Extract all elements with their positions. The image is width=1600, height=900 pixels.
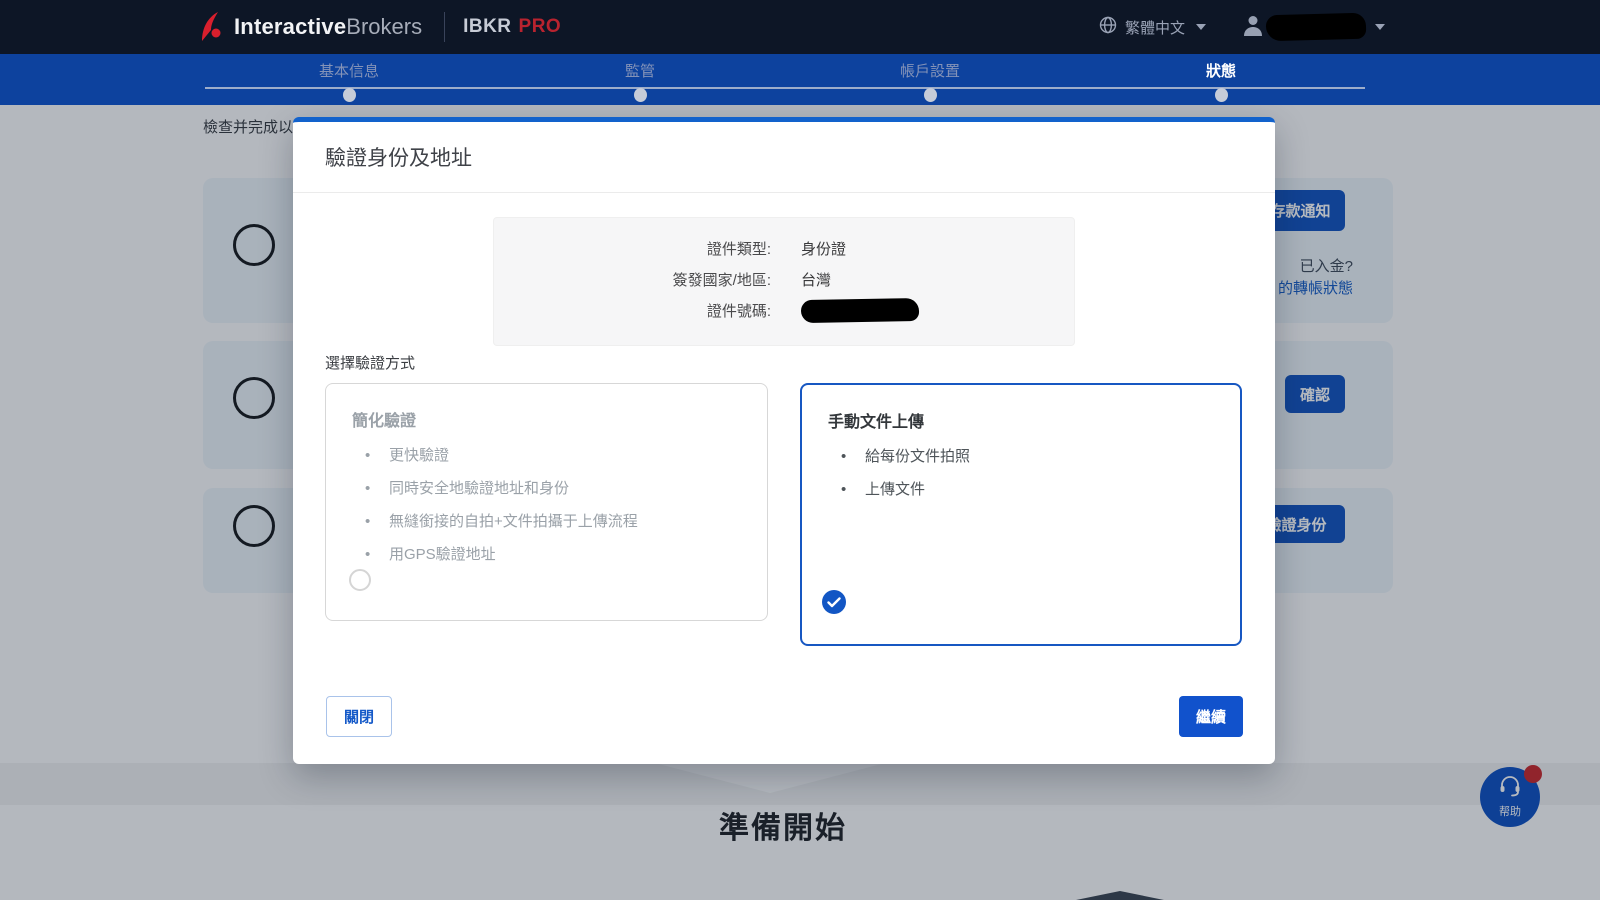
globe-icon — [1099, 16, 1117, 38]
verify-identity-modal: 驗證身份及地址 證件類型: 身份證 簽發國家/地區: 台灣 證件號碼: 選擇驗證… — [293, 117, 1275, 764]
user-icon — [1240, 12, 1266, 43]
page-content: 檢查并完成以 存款通知 已入金? 的轉帳狀態 確認 驗證身份 準備開始 帮助 — [0, 105, 1600, 900]
product-badge: IBKR PRO — [463, 16, 561, 38]
progress-dot — [343, 88, 356, 102]
brand-logo[interactable]: InteractiveBrokers — [200, 12, 422, 42]
document-info-row: 證件類型: 身份證 — [494, 233, 1074, 264]
option-bullet: 更快驗證 — [326, 445, 767, 478]
option-bullet: 用GPS驗證地址 — [326, 544, 767, 577]
option-bullet: 同時安全地驗證地址和身份 — [326, 478, 767, 511]
brand-name-secondary: Brokers — [346, 14, 422, 40]
option-simplified-verification[interactable]: 簡化驗證 更快驗證 同時安全地驗證地址和身份 無縫銜接的自拍+文件拍攝于上傳流程… — [325, 383, 768, 621]
progress-step-status[interactable]: 狀態 — [1151, 60, 1291, 102]
document-info-box: 證件類型: 身份證 簽發國家/地區: 台灣 證件號碼: — [493, 217, 1075, 346]
onboarding-progress-bar: 基本信息 監管 帳戶設置 狀態 — [0, 54, 1600, 105]
ibkr-logo-icon — [200, 12, 226, 42]
modal-title: 驗證身份及地址 — [325, 142, 472, 172]
product-tier: PRO — [519, 16, 562, 38]
redacted-id-number — [801, 298, 919, 323]
option-bullet: 無縫銜接的自拍+文件拍攝于上傳流程 — [326, 511, 767, 544]
redacted-username — [1266, 13, 1367, 42]
option-title: 簡化驗證 — [352, 407, 767, 431]
radio-checked-icon[interactable] — [822, 590, 846, 614]
brand-name-primary: Interactive — [234, 14, 346, 40]
modal-footer: 關閉 繼續 — [326, 696, 1243, 737]
header-divider — [444, 12, 445, 42]
verification-options: 簡化驗證 更快驗證 同時安全地驗證地址和身份 無縫銜接的自拍+文件拍攝于上傳流程… — [325, 383, 1242, 646]
document-info-row: 簽發國家/地區: 台灣 — [494, 264, 1074, 295]
issuing-country-label: 簽發國家/地區: — [494, 269, 771, 290]
modal-header: 驗證身份及地址 — [293, 122, 1275, 193]
language-selector[interactable]: 繁體中文 — [1099, 16, 1206, 38]
progress-dot — [634, 88, 647, 102]
option-bullet: 上傳文件 — [802, 479, 1240, 512]
language-label: 繁體中文 — [1125, 17, 1185, 38]
issuing-country-value: 台灣 — [801, 269, 831, 290]
doc-type-label: 證件類型: — [494, 238, 771, 259]
product-name: IBKR — [463, 16, 511, 38]
progress-step-regulatory[interactable]: 監管 — [570, 60, 710, 102]
option-manual-upload[interactable]: 手動文件上傳 給每份文件拍照 上傳文件 — [800, 383, 1242, 646]
choose-method-label: 選擇驗證方式 — [325, 352, 415, 373]
doc-number-label: 證件號碼: — [494, 300, 771, 321]
progress-step-account-config[interactable]: 帳戶設置 — [860, 60, 1000, 102]
continue-button[interactable]: 繼續 — [1179, 696, 1243, 737]
progress-dot — [924, 88, 937, 102]
option-bullet: 給每份文件拍照 — [802, 446, 1240, 479]
option-title: 手動文件上傳 — [828, 408, 1240, 432]
app-header: InteractiveBrokers IBKR PRO 繁體中文 — [0, 0, 1600, 54]
document-info-row: 證件號碼: — [494, 295, 1074, 326]
doc-type-value: 身份證 — [801, 238, 846, 259]
close-button[interactable]: 關閉 — [326, 696, 392, 737]
progress-step-basic-info[interactable]: 基本信息 — [279, 60, 419, 102]
chevron-down-icon — [1375, 24, 1385, 30]
progress-dot — [1215, 88, 1228, 102]
chevron-down-icon — [1196, 24, 1206, 30]
user-account-menu[interactable] — [1240, 12, 1385, 43]
radio-unchecked-icon[interactable] — [349, 569, 371, 591]
